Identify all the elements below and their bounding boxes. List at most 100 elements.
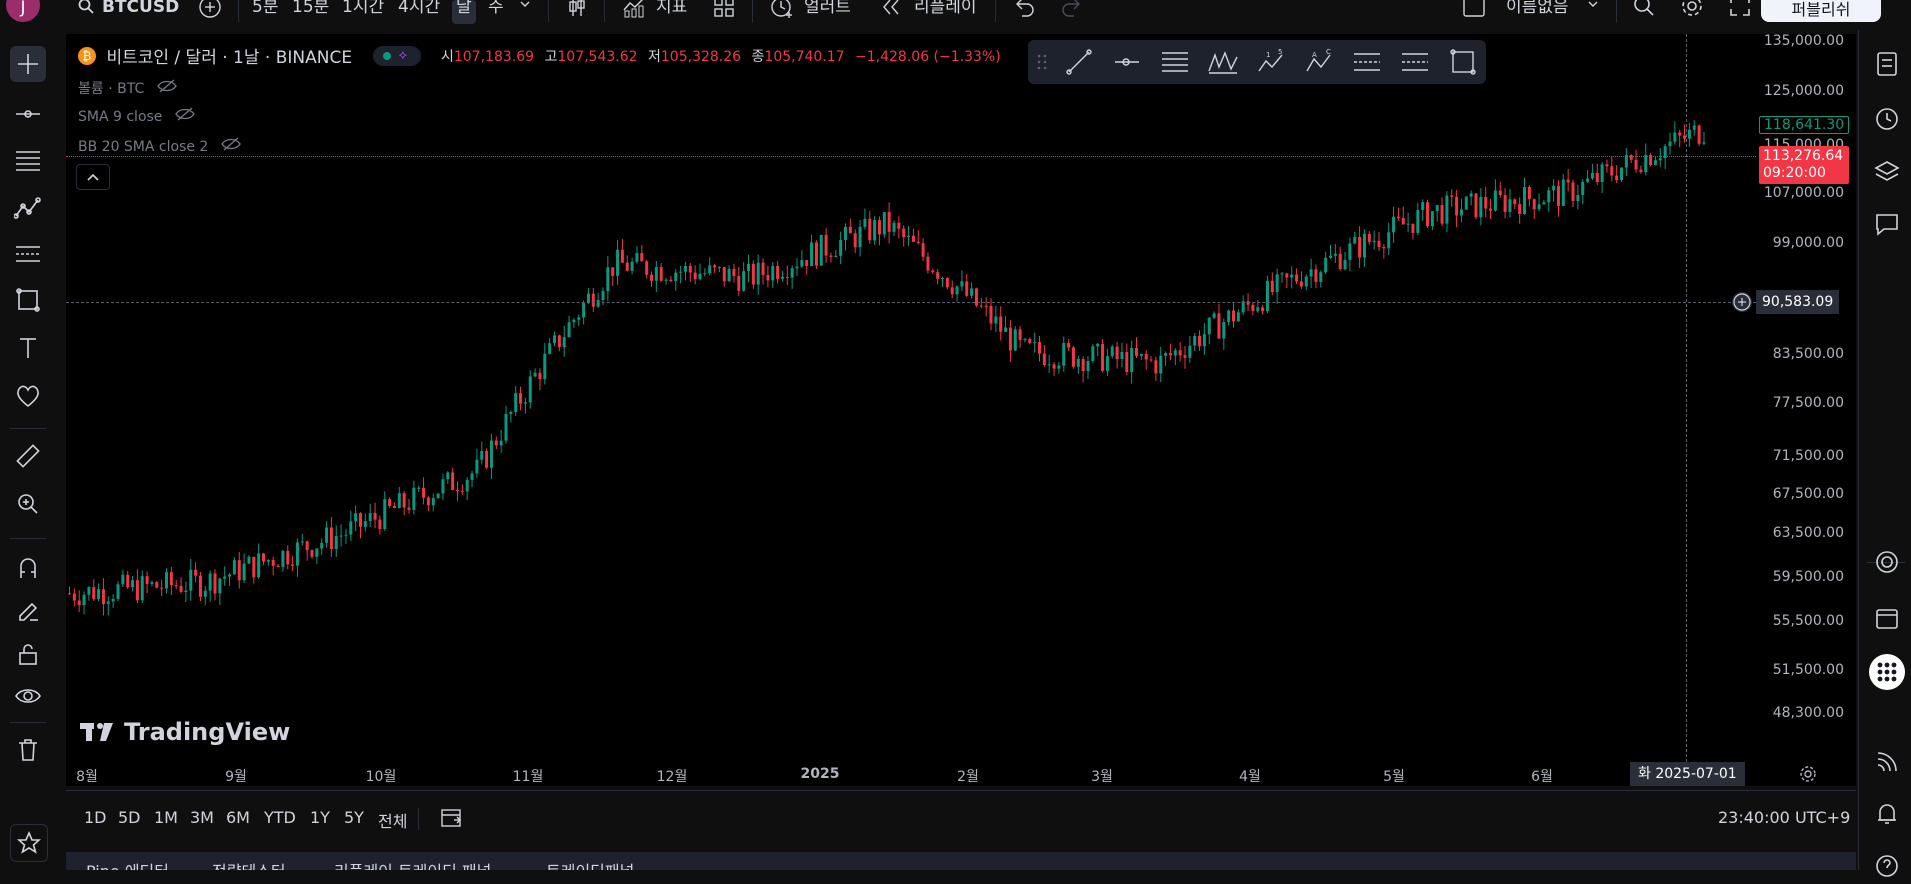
time-axis-settings-icon[interactable] xyxy=(1798,764,1818,788)
publish-button[interactable]: 퍼블리쉬 xyxy=(1761,0,1881,22)
text-icon[interactable] xyxy=(10,330,46,366)
tab-pine-editor[interactable]: Pine 에디터 xyxy=(86,858,169,870)
lock-icon[interactable] xyxy=(10,636,46,672)
target-icon[interactable] xyxy=(1869,544,1905,580)
trend-line-icon[interactable] xyxy=(10,96,46,132)
symbol-legend[interactable]: ₿ 비트코인 / 달러 · 1날 · BINANCE ⟡ 시107,183.69… xyxy=(78,43,1001,68)
chart-pane[interactable]: ₿ 비트코인 / 달러 · 1날 · BINANCE ⟡ 시107,183.69… xyxy=(66,34,1756,785)
indicators-icon[interactable] xyxy=(622,0,646,20)
eye-off-icon[interactable] xyxy=(175,107,195,125)
apps-grid-icon[interactable] xyxy=(1869,654,1905,690)
alert-button[interactable]: 얼러트 xyxy=(804,0,851,24)
range-all[interactable]: 전체 xyxy=(378,808,407,832)
interval-1h[interactable]: 1시간 xyxy=(342,0,384,24)
layout-name[interactable]: 이름없음 xyxy=(1506,0,1569,24)
trash-icon[interactable] xyxy=(10,732,46,768)
layout-icon[interactable] xyxy=(1462,0,1486,17)
ruler-icon[interactable] xyxy=(10,438,46,474)
time-axis[interactable]: 8월 9월 10월 11월 12월 2025 2월 3월 4월 5월 6월 화 … xyxy=(66,762,1856,786)
fib-channel-icon[interactable] xyxy=(1350,46,1384,78)
search-icon[interactable] xyxy=(78,0,94,24)
pattern-icon[interactable] xyxy=(10,190,46,226)
range-ytd[interactable]: YTD xyxy=(264,808,296,827)
magnet-icon[interactable] xyxy=(10,550,46,586)
clock-timezone[interactable]: 23:40:00 UTC+9 xyxy=(1718,808,1850,827)
candle-body xyxy=(485,450,489,468)
range-1d[interactable]: 1D xyxy=(84,808,107,827)
candle-body xyxy=(1047,364,1051,366)
draw-mode-icon[interactable] xyxy=(10,594,46,630)
fib-retracement-icon[interactable] xyxy=(10,142,46,178)
templates-icon[interactable] xyxy=(713,0,735,20)
candle-body xyxy=(126,574,130,588)
parallel-channel-icon[interactable] xyxy=(1158,46,1192,78)
interval-day[interactable]: 날 xyxy=(452,0,476,24)
broadcast-icon[interactable] xyxy=(1869,744,1905,780)
sma-legend[interactable]: SMA 9 close xyxy=(78,107,195,125)
interval-week[interactable]: 주 xyxy=(488,0,504,24)
indicators-button[interactable]: 지표 xyxy=(656,0,687,24)
tab-trading-panel[interactable]: 트레이딩패널 xyxy=(546,858,634,870)
undo-icon[interactable] xyxy=(1014,0,1036,20)
market-status-badge[interactable]: ⟡ xyxy=(372,45,421,66)
chevron-down-icon[interactable] xyxy=(518,0,532,21)
notifications-bell-icon[interactable] xyxy=(1869,796,1905,832)
help-icon[interactable] xyxy=(1869,848,1905,884)
heart-icon[interactable] xyxy=(10,378,46,414)
line-tool-icon[interactable] xyxy=(1062,46,1096,78)
replay-button[interactable]: 리플레이 xyxy=(914,0,977,24)
watchlist-icon[interactable] xyxy=(1869,46,1905,82)
price-axis[interactable]: 135,000.00 125,000.00 115,000.00 107,000… xyxy=(1732,33,1856,785)
settings-icon[interactable] xyxy=(1680,0,1704,18)
calendar-icon[interactable] xyxy=(1869,600,1905,636)
chevron-down-icon[interactable] xyxy=(1586,0,1600,21)
zoom-in-icon[interactable] xyxy=(10,486,46,522)
fullscreen-icon[interactable] xyxy=(1728,0,1752,18)
range-5d[interactable]: 5D xyxy=(118,808,141,827)
eye-icon[interactable] xyxy=(10,678,46,714)
add-symbol-icon[interactable] xyxy=(198,0,222,19)
replay-icon[interactable] xyxy=(880,0,902,20)
tab-strategy-tester[interactable]: 전략테스터 xyxy=(212,858,286,870)
rectangle-tool-icon[interactable] xyxy=(1446,46,1480,78)
candle-body xyxy=(1183,355,1187,358)
layers-icon[interactable] xyxy=(1869,154,1905,190)
range-6m[interactable]: 6M xyxy=(226,808,250,827)
horizontal-ray-icon[interactable] xyxy=(1110,46,1144,78)
interval-15m[interactable]: 15분 xyxy=(292,0,329,24)
user-avatar[interactable]: J xyxy=(6,0,40,22)
tradingview-logo[interactable]: TradingView xyxy=(80,718,290,746)
rectangle-icon[interactable] xyxy=(10,282,46,318)
quick-search-icon[interactable] xyxy=(1632,0,1656,18)
volume-legend[interactable]: 볼륨 · BTC xyxy=(78,78,177,98)
wave-15-icon[interactable]: 15 xyxy=(1254,46,1288,78)
range-3m[interactable]: 3M xyxy=(190,808,214,827)
chat-icon[interactable] xyxy=(1869,206,1905,242)
redo-icon[interactable] xyxy=(1060,0,1082,20)
go-to-date-icon[interactable] xyxy=(440,806,464,834)
interval-4h[interactable]: 4시간 xyxy=(398,0,440,24)
bb-legend[interactable]: BB 20 SMA close 2 xyxy=(78,137,241,155)
candle-body xyxy=(1038,342,1041,354)
range-1y[interactable]: 1Y xyxy=(310,808,330,827)
abc-pattern-icon[interactable]: AC xyxy=(1302,46,1336,78)
drag-handle-icon[interactable] xyxy=(1032,46,1052,78)
forecast-icon[interactable] xyxy=(10,236,46,272)
elliott-wave-icon[interactable] xyxy=(1206,46,1240,78)
alerts-clock-icon[interactable] xyxy=(1869,100,1905,136)
alert-icon[interactable] xyxy=(770,0,794,20)
eye-off-icon[interactable] xyxy=(156,79,177,97)
candle-type-icon[interactable] xyxy=(566,0,588,20)
interval-5m[interactable]: 5분 xyxy=(252,0,278,24)
range-1m[interactable]: 1M xyxy=(154,808,178,827)
eye-off-icon[interactable] xyxy=(221,137,241,155)
crosshair-icon[interactable] xyxy=(10,46,46,82)
collapse-legend-button[interactable] xyxy=(76,164,110,190)
add-alert-icon[interactable] xyxy=(1732,292,1752,312)
tab-replay-trading[interactable]: 리플레이 트레이딩 패널 xyxy=(334,858,491,870)
range-5y[interactable]: 5Y xyxy=(344,808,364,827)
symbol-search[interactable]: BTCUSD xyxy=(102,0,179,24)
candle-body xyxy=(1004,327,1008,332)
star-icon[interactable] xyxy=(10,824,48,862)
forecast-tool-icon[interactable] xyxy=(1398,46,1432,78)
